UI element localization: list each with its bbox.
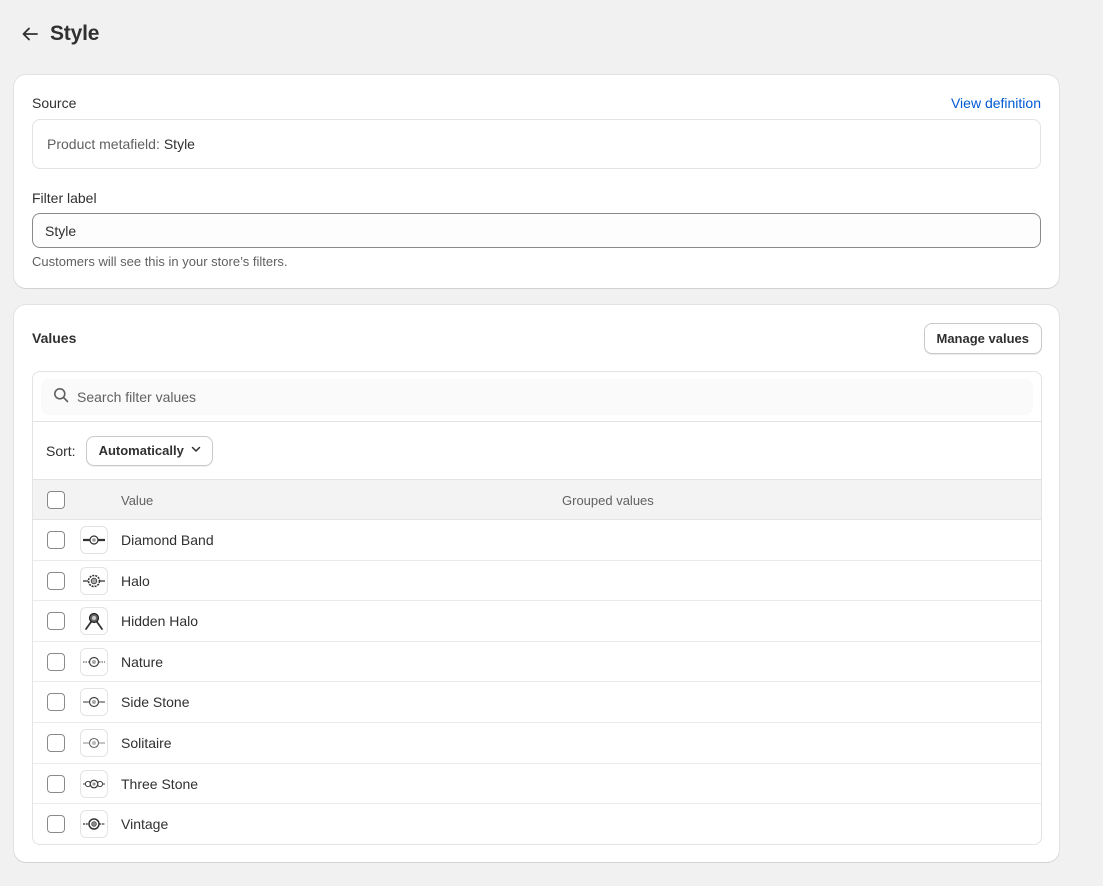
- ring-three-stone-icon: [80, 769, 108, 798]
- table-row[interactable]: Vintage: [33, 804, 1041, 844]
- sort-value: Automatically: [98, 443, 184, 458]
- table-row[interactable]: Nature: [33, 642, 1041, 683]
- row-checkbox[interactable]: [47, 774, 65, 793]
- table-row[interactable]: Hidden Halo: [33, 601, 1041, 642]
- search-icon: [53, 387, 69, 406]
- column-grouped-values: Grouped values: [562, 493, 654, 508]
- source-field: Product metafield: Style: [32, 119, 1041, 169]
- values-card: Values Manage values Search filter value…: [14, 305, 1059, 862]
- source-card: Source View definition Product metafield…: [14, 75, 1059, 288]
- row-checkbox[interactable]: [47, 612, 65, 631]
- row-value: Halo: [121, 572, 150, 589]
- table-row[interactable]: Halo: [33, 561, 1041, 602]
- row-checkbox[interactable]: [47, 652, 65, 671]
- chevron-down-icon: [190, 443, 202, 458]
- ring-band-icon: [80, 526, 108, 554]
- ring-vintage-icon: [80, 810, 108, 839]
- row-value: Solitaire: [121, 734, 172, 751]
- sort-select[interactable]: Automatically: [85, 435, 213, 466]
- filter-label-input[interactable]: [32, 213, 1041, 248]
- table-row[interactable]: Solitaire: [33, 723, 1041, 764]
- ring-nature-icon: [80, 647, 108, 676]
- ring-side-stone-icon: [80, 688, 108, 717]
- table-header: Value Grouped values: [33, 480, 1041, 520]
- sort-label: Sort:: [46, 442, 76, 459]
- manage-values-button[interactable]: Manage values: [923, 323, 1042, 354]
- row-checkbox[interactable]: [47, 693, 65, 712]
- row-checkbox[interactable]: [47, 815, 65, 834]
- search-row: Search filter values: [33, 372, 1041, 422]
- source-value: Style: [163, 136, 195, 152]
- filter-label-label: Filter label: [32, 190, 97, 206]
- column-value: Value: [121, 493, 154, 508]
- source-label: Source: [32, 95, 77, 111]
- row-checkbox[interactable]: [47, 531, 65, 549]
- select-all-checkbox[interactable]: [47, 491, 65, 509]
- row-checkbox[interactable]: [47, 733, 65, 752]
- values-table: Search filter values Sort: Automatically…: [32, 371, 1042, 845]
- table-row[interactable]: Diamond Band: [33, 520, 1041, 561]
- ring-hidden-halo-icon: [80, 607, 108, 636]
- view-definition-link[interactable]: View definition: [951, 95, 1041, 111]
- source-prefix: Product metafield:: [47, 136, 160, 152]
- ring-halo-icon: [80, 566, 108, 595]
- row-value: Nature: [121, 653, 164, 670]
- row-value: Side Stone: [121, 694, 190, 711]
- row-value: Three Stone: [121, 775, 199, 792]
- page-title: Style: [50, 22, 100, 45]
- row-checkbox[interactable]: [47, 571, 65, 590]
- row-value: Vintage: [121, 816, 169, 833]
- row-value: Hidden Halo: [121, 613, 199, 630]
- table-row[interactable]: Side Stone: [33, 682, 1041, 723]
- page-header: Style: [20, 20, 99, 48]
- values-title: Values: [32, 330, 77, 346]
- ring-solitaire-icon: [80, 728, 108, 757]
- sort-row: Sort: Automatically: [33, 422, 1041, 480]
- row-value: Diamond Band: [121, 532, 214, 548]
- search-input[interactable]: Search filter values: [41, 378, 1033, 415]
- filter-label-help: Customers will see this in your store’s …: [32, 254, 288, 269]
- back-arrow-icon[interactable]: [20, 24, 40, 44]
- search-placeholder: Search filter values: [77, 388, 197, 405]
- table-row[interactable]: Three Stone: [33, 764, 1041, 805]
